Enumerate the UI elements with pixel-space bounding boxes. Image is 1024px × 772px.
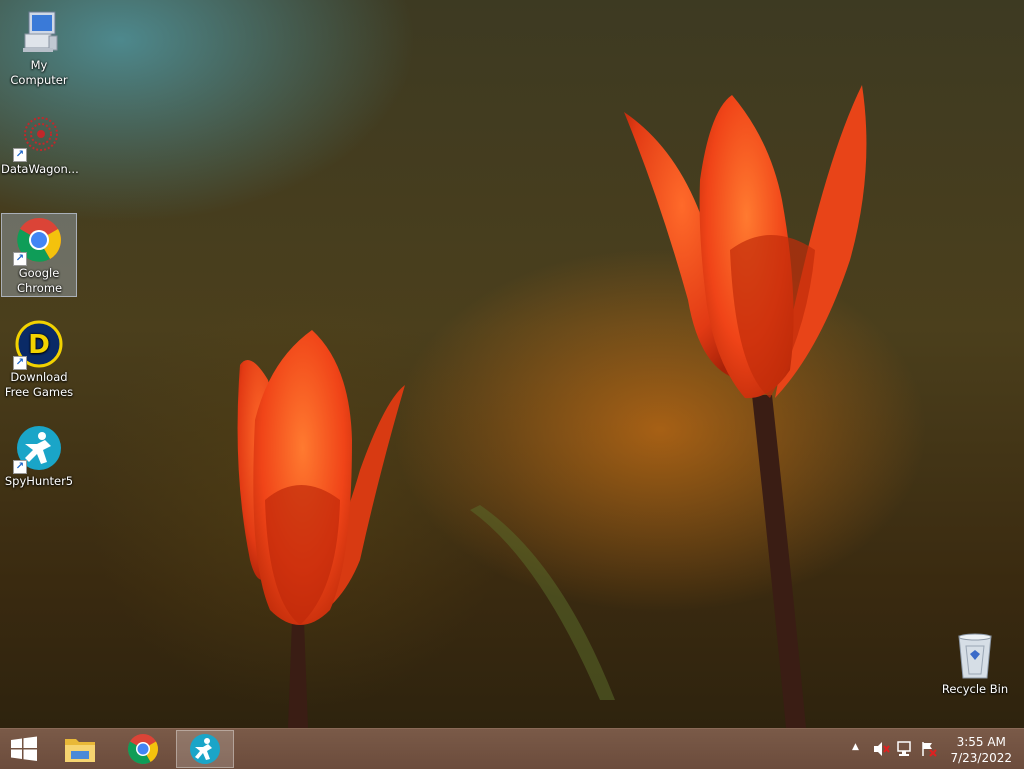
network-icon[interactable] bbox=[896, 741, 914, 757]
taskbar-spyhunter[interactable] bbox=[176, 730, 234, 768]
desktop-icon-label: Google Chrome bbox=[17, 266, 63, 295]
desktop-icon-label: DataWagon... bbox=[1, 162, 79, 176]
taskbar-chrome[interactable] bbox=[115, 730, 171, 768]
desktop-icon-datawagon[interactable]: ↗ DataWagon... bbox=[1, 110, 79, 177]
action-center-flag-icon[interactable] bbox=[920, 741, 938, 757]
desktop-icon-label: My Computer bbox=[10, 58, 68, 87]
shortcut-arrow-icon: ↗ bbox=[13, 252, 27, 266]
desktop-icon-download-free-games[interactable]: D ↗ Download Free Games bbox=[1, 318, 77, 400]
desktop[interactable]: My Computer ↗ DataWagon... ↗ Google Chro… bbox=[0, 0, 1024, 728]
chrome-icon: ↗ bbox=[13, 216, 63, 266]
datawagon-icon: ↗ bbox=[13, 112, 63, 162]
desktop-icon-label: Recycle Bin bbox=[941, 682, 1009, 696]
tulip-left bbox=[237, 330, 405, 625]
desktop-icon-recycle-bin[interactable]: Recycle Bin bbox=[937, 630, 1013, 697]
desktop-icon-label: SpyHunter5 bbox=[4, 474, 74, 488]
start-button[interactable] bbox=[0, 730, 48, 768]
desktop-icon-spyhunter5[interactable]: ↗ SpyHunter5 bbox=[1, 422, 77, 489]
system-tray: ▲ bbox=[850, 729, 950, 769]
spyhunter-icon bbox=[190, 734, 220, 764]
clock-time: 3:55 AM bbox=[956, 735, 1006, 749]
clock-date: 7/23/2022 bbox=[950, 751, 1012, 765]
taskbar: ▲ 3:55 AM 7/23/2022 bbox=[0, 728, 1024, 769]
tulip-right bbox=[624, 85, 867, 399]
download-free-games-icon: D ↗ bbox=[13, 320, 63, 370]
svg-text:D: D bbox=[28, 330, 50, 360]
shortcut-arrow-icon: ↗ bbox=[13, 460, 27, 474]
recycle-bin-icon bbox=[951, 632, 999, 680]
taskbar-file-explorer[interactable] bbox=[52, 730, 108, 768]
computer-icon bbox=[15, 8, 63, 56]
show-hidden-icons-chevron[interactable]: ▲ bbox=[852, 742, 859, 752]
chrome-icon bbox=[127, 734, 159, 765]
file-explorer-icon bbox=[65, 739, 95, 762]
shortcut-arrow-icon: ↗ bbox=[13, 356, 27, 370]
desktop-icon-label: Download Free Games bbox=[4, 370, 74, 399]
windows-logo-icon bbox=[11, 736, 37, 761]
speaker-muted-icon[interactable] bbox=[872, 741, 890, 757]
shortcut-arrow-icon: ↗ bbox=[13, 148, 27, 162]
desktop-icon-my-computer[interactable]: My Computer bbox=[1, 6, 77, 88]
desktop-icon-google-chrome[interactable]: ↗ Google Chrome bbox=[1, 213, 77, 297]
clock[interactable]: 3:55 AM 7/23/2022 bbox=[950, 734, 1012, 766]
spyhunter-icon: ↗ bbox=[13, 424, 63, 474]
wallpaper bbox=[237, 85, 867, 728]
